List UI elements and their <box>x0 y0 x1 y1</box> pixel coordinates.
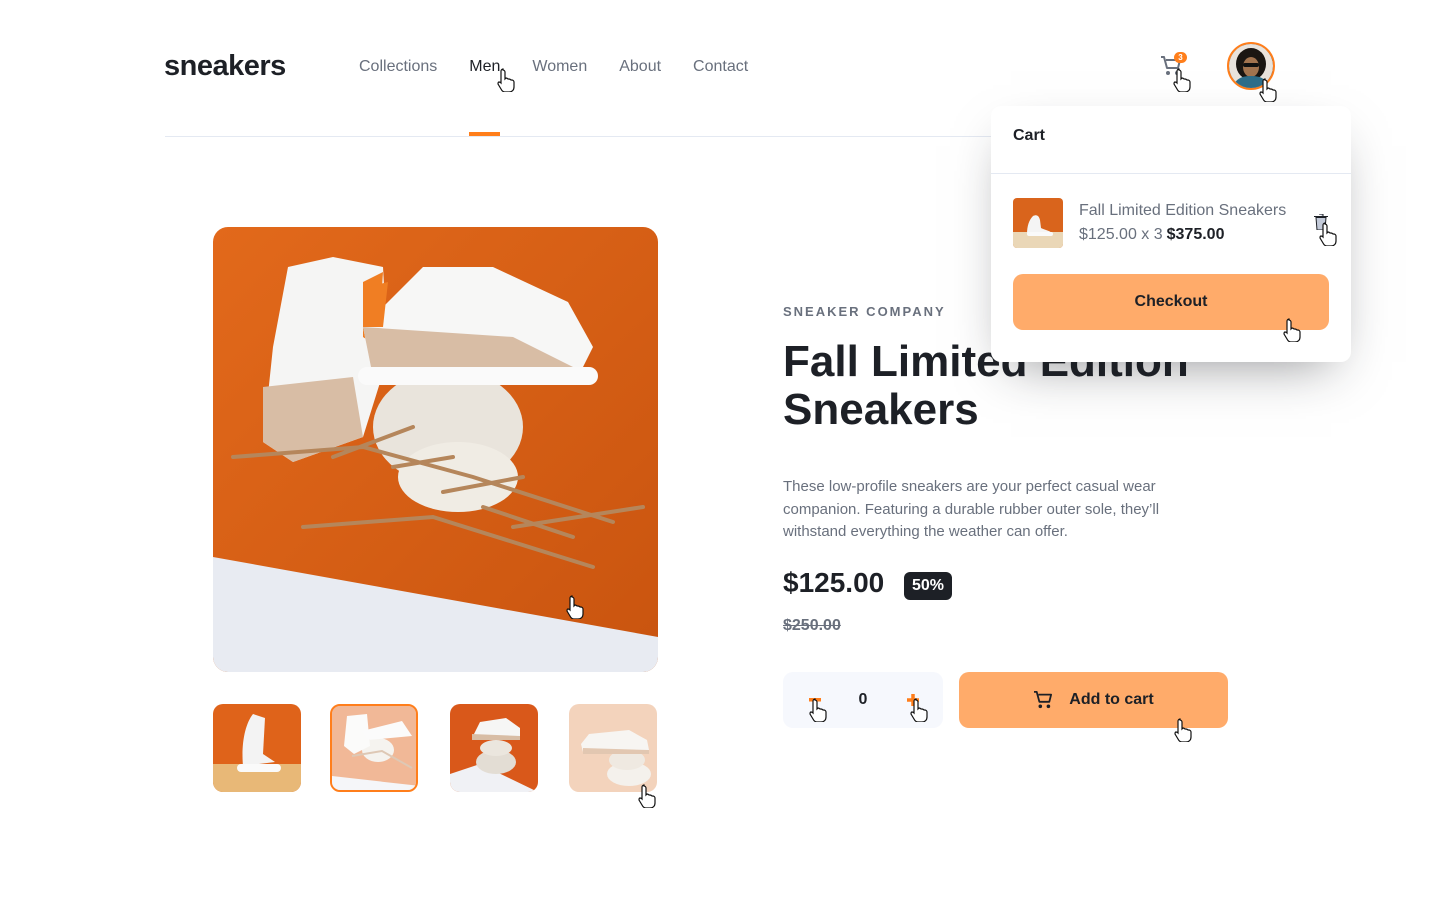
discount-badge: 50% <box>904 572 953 600</box>
cart-item-total: $375.00 <box>1166 226 1225 243</box>
cart-count-badge: 3 <box>1174 52 1187 63</box>
nav-item-contact[interactable]: Contact <box>693 58 748 136</box>
cart-divider <box>991 173 1351 174</box>
logo[interactable]: sneakers <box>164 50 286 83</box>
hand-cursor-icon <box>1283 318 1301 342</box>
thumbnail-1[interactable] <box>213 704 301 792</box>
product-description: These low-profile sneakers are your perf… <box>783 478 1160 540</box>
cart-item-thumbnail <box>1013 198 1063 248</box>
hand-cursor-icon <box>1259 78 1277 102</box>
hand-cursor-icon <box>910 698 928 722</box>
thumbnail-3[interactable] <box>450 704 538 792</box>
nav-item-about[interactable]: About <box>619 58 661 136</box>
company-name: SNEAKER COMPANY <box>783 304 946 319</box>
hand-cursor-icon <box>497 68 515 92</box>
cart-title: Cart <box>1013 127 1046 144</box>
hand-cursor-icon <box>1319 222 1337 246</box>
cart-item-price: $125.00 x 3 $375.00 <box>1079 226 1224 244</box>
hand-cursor-icon <box>638 784 656 808</box>
cart-icon <box>1034 691 1053 709</box>
nav-item-collections[interactable]: Collections <box>359 58 437 136</box>
product-main-image[interactable] <box>213 227 658 672</box>
cart-item-name: Fall Limited Edition Sneakers <box>1079 202 1287 219</box>
original-price: $250.00 <box>783 617 841 634</box>
hand-cursor-icon <box>1173 68 1191 92</box>
cart-item-unit-qty: $125.00 x 3 <box>1079 226 1163 243</box>
hand-cursor-icon <box>1174 718 1192 742</box>
add-to-cart-label: Add to cart <box>1069 691 1154 708</box>
hand-cursor-icon <box>809 698 827 722</box>
main-nav: Collections Men Women About Contact <box>359 58 780 136</box>
hand-cursor-icon <box>566 595 584 619</box>
thumbnail-2[interactable] <box>330 704 418 792</box>
thumbnail-4[interactable] <box>569 704 657 792</box>
current-price: $125.00 <box>783 567 885 598</box>
nav-item-women[interactable]: Women <box>532 58 587 136</box>
